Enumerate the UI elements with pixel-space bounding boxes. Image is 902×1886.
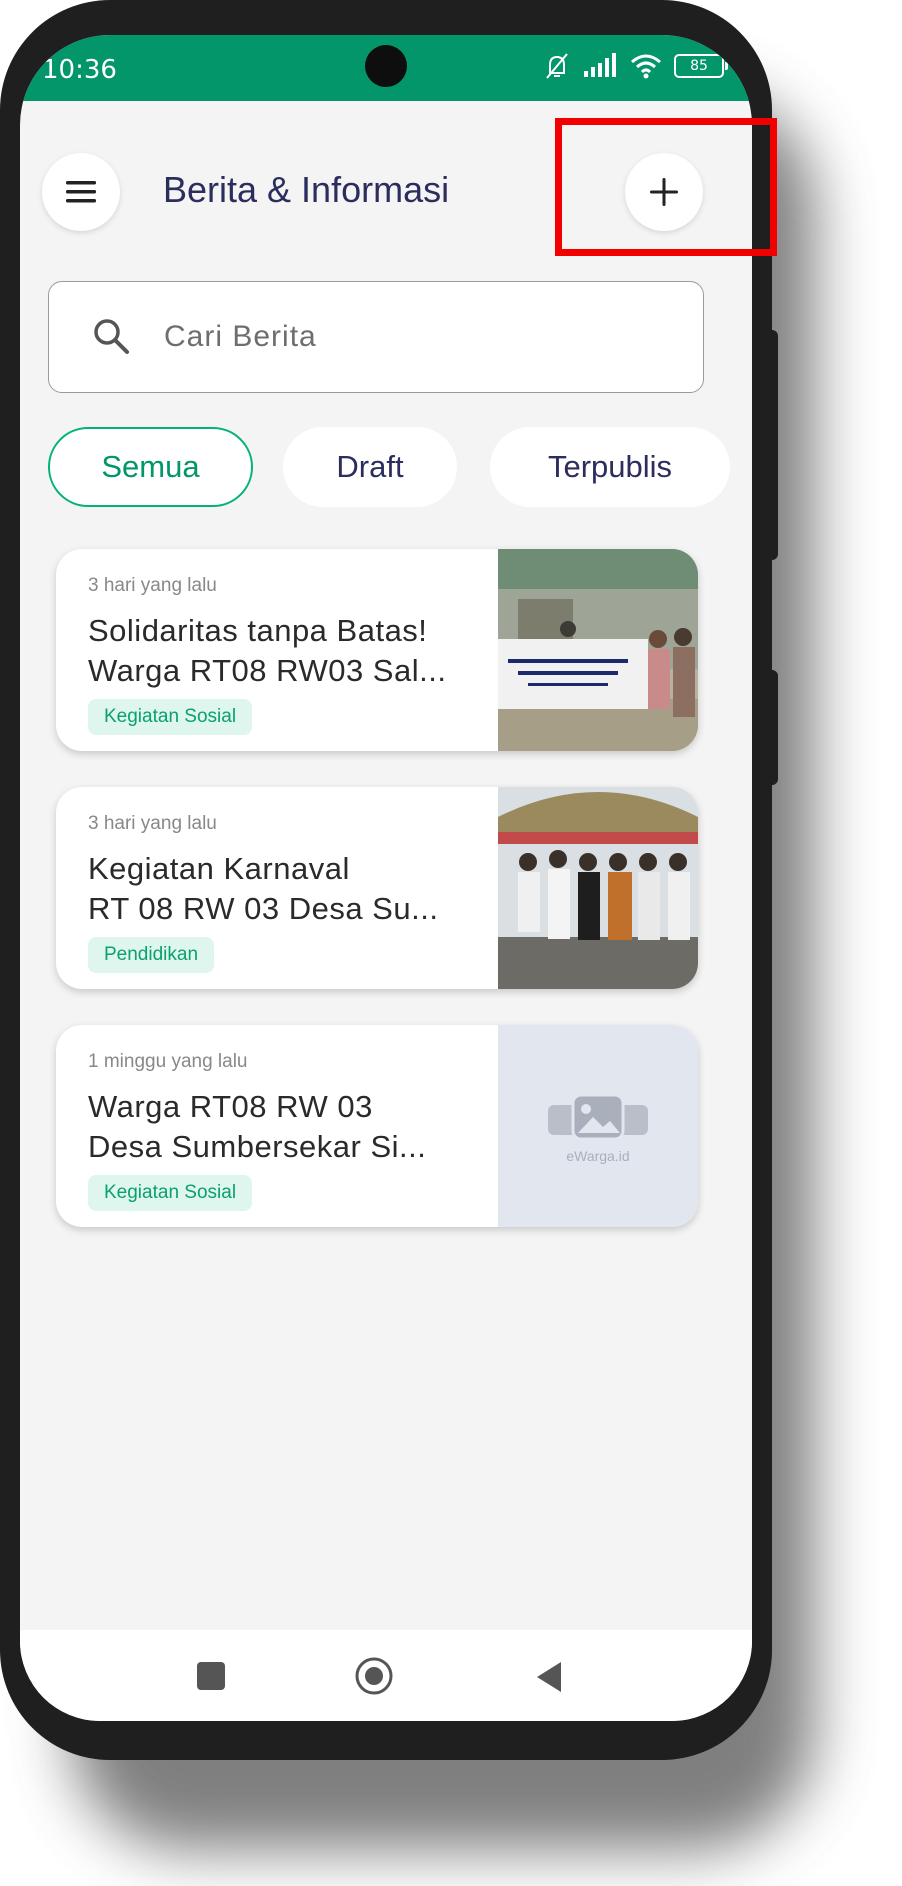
filter-chip-draft[interactable]: Draft (283, 427, 457, 507)
hamburger-menu-icon (66, 181, 96, 203)
phone-frame: 10:36 85 Berita & Informasi Cari Berita … (0, 0, 778, 1760)
app-screen: 10:36 85 Berita & Informasi Cari Berita … (20, 35, 752, 1721)
volume-button (762, 330, 778, 560)
news-title: Solidaritas tanpa Batas! Warga RT08 RW03… (88, 611, 468, 691)
news-thumbnail (498, 787, 698, 989)
highlight-box (555, 118, 777, 256)
back-icon[interactable] (533, 1660, 563, 1694)
news-title: Warga RT08 RW 03 Desa Sumbersekar Si... (88, 1087, 468, 1167)
search-placeholder: Cari Berita (164, 320, 317, 353)
system-nav-bar (20, 1630, 752, 1721)
news-time: 1 minggu yang lalu (88, 1051, 248, 1072)
status-time: 10:36 (42, 55, 117, 85)
news-title-line: Warga RT08 RW03 Sal... (88, 653, 447, 688)
news-card[interactable]: 3 hari yang lalu Solidaritas tanpa Batas… (56, 549, 698, 751)
search-icon (94, 319, 129, 354)
news-category-tag: Kegiatan Sosial (88, 699, 253, 735)
front-camera (365, 45, 407, 87)
signal-icon (584, 53, 616, 77)
power-button (762, 670, 778, 785)
search-input[interactable]: Cari Berita (48, 281, 704, 393)
news-card[interactable]: 1 minggu yang lalu Warga RT08 RW 03 Desa… (56, 1025, 698, 1227)
filter-chip-terpublis[interactable]: Terpublis (490, 427, 730, 507)
news-category-tag: Pendidikan (88, 937, 215, 973)
menu-button[interactable] (42, 153, 120, 231)
news-title-line: Warga RT08 RW 03 (88, 1089, 373, 1124)
news-card[interactable]: 3 hari yang lalu Kegiatan Karnaval RT 08… (56, 787, 698, 989)
news-time: 3 hari yang lalu (88, 813, 217, 834)
news-title-line: Kegiatan Karnaval (88, 851, 350, 886)
recent-apps-icon[interactable] (197, 1662, 225, 1690)
page-title: Berita & Informasi (163, 169, 450, 210)
wifi-icon (631, 54, 661, 79)
bell-off-icon (546, 53, 568, 79)
home-icon[interactable] (354, 1656, 394, 1696)
news-category-tag: Kegiatan Sosial (88, 1175, 253, 1211)
news-time: 3 hari yang lalu (88, 575, 217, 596)
filter-chip-semua[interactable]: Semua (48, 427, 253, 507)
image-placeholder-icon (548, 1093, 648, 1141)
news-title-line: RT 08 RW 03 Desa Su... (88, 891, 439, 926)
battery-level: 85 (690, 58, 708, 74)
news-thumbnail (498, 549, 698, 751)
status-bar: 10:36 85 (20, 35, 752, 101)
placeholder-brand: eWarga.id (566, 1148, 630, 1164)
news-title-line: Desa Sumbersekar Si... (88, 1129, 427, 1164)
news-thumbnail-placeholder: eWarga.id (498, 1025, 698, 1227)
news-title-line: Solidaritas tanpa Batas! (88, 613, 428, 648)
battery-icon: 85 (674, 54, 728, 78)
news-title: Kegiatan Karnaval RT 08 RW 03 Desa Su... (88, 849, 468, 929)
status-icons: 85 (542, 51, 728, 81)
